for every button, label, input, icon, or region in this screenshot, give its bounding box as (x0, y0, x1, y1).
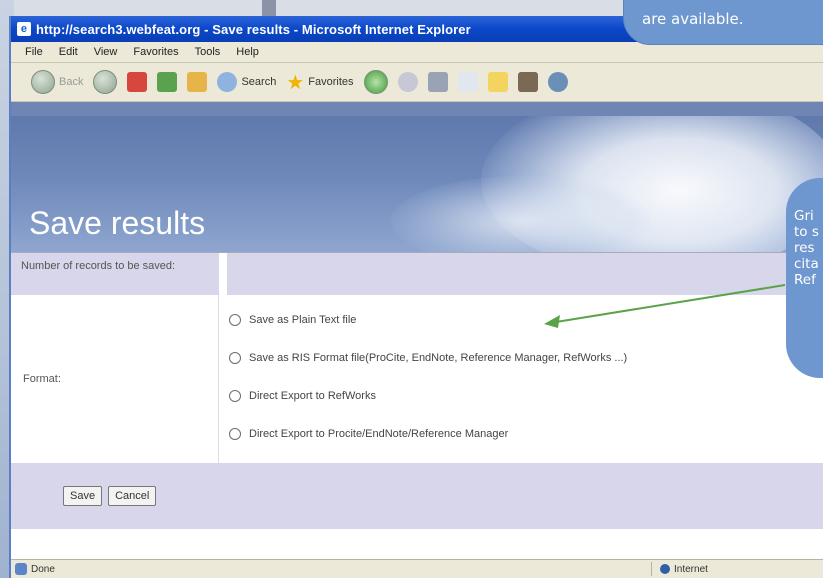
star-icon: ★ (286, 71, 305, 94)
print-icon[interactable] (427, 72, 448, 92)
forward-button[interactable] (93, 70, 118, 94)
page-done-icon (15, 563, 27, 575)
callout-line: Ref (794, 272, 816, 288)
menu-tools[interactable]: Tools (195, 46, 221, 58)
callout-top-text: are available. (642, 10, 744, 28)
browser-window: e http://search3.webfeat.org - Save resu… (9, 16, 823, 578)
page-banner: Save results (11, 116, 823, 252)
option-label: Save as RIS Format file(ProCite, EndNote… (249, 352, 628, 364)
favorites-label: Favorites (308, 76, 354, 88)
browser-toolbar: Back Search ★ Favorites (11, 63, 823, 102)
back-arrow-icon (31, 70, 55, 94)
favorites-button[interactable]: ★ Favorites (286, 70, 353, 95)
home-icon[interactable] (187, 72, 208, 92)
history-icon[interactable] (363, 70, 388, 94)
edit-icon[interactable] (457, 72, 478, 92)
callout-line: Gri (794, 208, 814, 224)
menu-view[interactable]: View (94, 46, 118, 58)
radio-button[interactable] (229, 352, 241, 364)
callout-line: to s (794, 224, 819, 240)
callout-line: cita (794, 256, 819, 272)
refresh-icon[interactable] (157, 72, 178, 92)
status-bar: Done Internet (11, 559, 823, 578)
records-row: Number of records to be saved: (11, 252, 823, 295)
menu-help[interactable]: Help (236, 46, 259, 58)
back-label: Back (59, 76, 84, 88)
menu-favorites[interactable]: Favorites (133, 46, 178, 58)
radio-button[interactable] (229, 390, 241, 402)
option-label: Save as Plain Text file (249, 314, 357, 326)
option-export-refworks[interactable]: Direct Export to RefWorks (219, 377, 823, 415)
radio-button[interactable] (229, 428, 241, 440)
callout-line: res (794, 240, 815, 256)
back-button[interactable]: Back (31, 70, 83, 94)
stop-icon[interactable] (127, 72, 148, 92)
records-label: Number of records to be saved: (11, 253, 219, 295)
callout-top: are available. (624, 0, 823, 44)
zone-label: Internet (674, 563, 708, 575)
messenger-icon[interactable] (547, 72, 568, 92)
security-zone: Internet (651, 562, 708, 576)
option-export-procite[interactable]: Direct Export to Procite/EndNote/Referen… (219, 415, 823, 453)
option-ris-format[interactable]: Save as RIS Format file(ProCite, EndNote… (219, 339, 823, 377)
status-text: Done (31, 563, 55, 575)
form-actions: Save Cancel (11, 463, 823, 529)
menu-bar: File Edit View Favorites Tools Help (11, 42, 823, 63)
research-icon[interactable] (517, 72, 538, 92)
option-label: Direct Export to RefWorks (249, 390, 376, 402)
records-value (219, 253, 823, 295)
option-label: Direct Export to Procite/EndNote/Referen… (249, 428, 509, 440)
save-button[interactable]: Save (63, 486, 103, 506)
callout-right: Gri to s res cita Ref (786, 178, 823, 378)
globe-icon (660, 564, 670, 574)
page-title: Save results (29, 205, 206, 241)
format-label: Format: (11, 295, 219, 463)
search-label: Search (241, 76, 277, 88)
format-row: Format: Save as Plain Text file Save as … (11, 295, 823, 463)
page-content: Save results Number of records to be sav… (11, 102, 823, 568)
search-button[interactable]: Search (217, 72, 276, 92)
status-left: Done (11, 563, 55, 575)
menu-edit[interactable]: Edit (59, 46, 78, 58)
folder-icon[interactable] (487, 72, 508, 92)
window-title: http://search3.webfeat.org - Save result… (36, 21, 471, 37)
format-options: Save as Plain Text file Save as RIS Form… (219, 295, 823, 463)
menu-file[interactable]: File (25, 46, 43, 58)
option-plain-text[interactable]: Save as Plain Text file (219, 301, 823, 339)
search-icon (217, 72, 238, 92)
radio-button[interactable] (229, 314, 241, 326)
cancel-button[interactable]: Cancel (108, 486, 157, 506)
mail-icon[interactable] (397, 72, 418, 92)
header-strip (11, 102, 823, 116)
ie-logo-icon: e (17, 22, 31, 36)
